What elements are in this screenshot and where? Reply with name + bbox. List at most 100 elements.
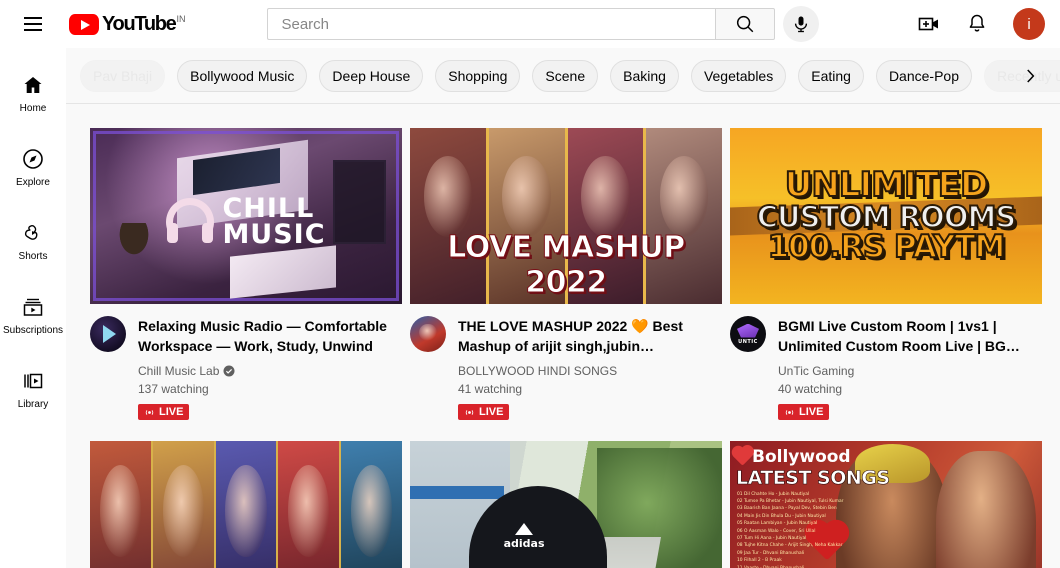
live-badge: LIVE (138, 404, 190, 420)
notifications-button[interactable] (957, 4, 997, 44)
singer-panel (278, 440, 342, 568)
chill-music-text: CHILL MUSIC (222, 195, 325, 248)
thumb-text-line2: LATEST SONGS (736, 466, 891, 489)
voice-search-button[interactable] (783, 6, 820, 42)
bollywood-avatar-art (410, 316, 446, 352)
youtube-play-icon (69, 14, 99, 35)
track-item: 01 Dil Chahte Ho - Jubin Nautiyal (737, 491, 810, 497)
track-item: 02 Tumse Pa Bhetar - Jubin Nautiyal, Tul… (737, 498, 844, 504)
channel-name[interactable]: UnTic Gaming (778, 362, 854, 380)
video-card[interactable] (90, 440, 402, 568)
compass-icon (23, 148, 43, 169)
watching-count: 40 watching (778, 382, 843, 396)
video-card[interactable]: adidas (410, 440, 722, 568)
chip-bollywood-music[interactable]: Bollywood Music (177, 59, 308, 92)
track-item: 09 Jaa Tur - Dhvani Bhanushali (737, 550, 805, 556)
sidebar-item-label: Home (19, 102, 47, 114)
singers-collage-thumbnail-art (90, 440, 402, 568)
video-text-block: Relaxing Music Radio — Comfortable Works… (138, 316, 402, 423)
sidebar-item-library[interactable]: Library (0, 352, 66, 426)
home-icon (24, 76, 42, 93)
watching-count: 137 watching (138, 382, 209, 396)
youtube-wordmark: YouTube (102, 13, 177, 35)
search-input[interactable] (281, 15, 716, 33)
video-text-block: BGMI Live Custom Room | 1vs1 | Unlimited… (778, 316, 1042, 423)
thumb-text-line2: CUSTOM ROOMS (756, 199, 1017, 234)
search-button[interactable] (715, 8, 776, 40)
adidas-logo: adidas (504, 522, 545, 550)
chip-eating[interactable]: Eating (798, 59, 864, 92)
video-card[interactable]: LOVE MASHUP 2022 THE LOVE MASHUP 2022 🧡 … (410, 128, 722, 423)
chip-deep-house[interactable]: Deep House (319, 59, 424, 92)
video-card[interactable]: Bollywood LATEST SONGS 01 Dil Chahte Ho … (730, 440, 1042, 568)
channel-avatar[interactable] (410, 316, 446, 352)
video-text-block: THE LOVE MASHUP 2022 🧡 Best Mashup of ar… (458, 316, 722, 423)
video-thumbnail[interactable]: CHILL MUSIC (90, 128, 402, 304)
country-code-label: IN (176, 14, 186, 24)
youtube-logo[interactable]: YouTube IN (69, 13, 185, 35)
plant-shape (108, 223, 159, 269)
thumb-text-line1: Bollywood (752, 446, 851, 467)
thumb-header-row: Bollywood (733, 446, 851, 467)
singer-panel (152, 440, 216, 568)
bgmi-thumbnail-art: UNLIMITED CUSTOM ROOMS 100.RS PAYTM (730, 128, 1042, 304)
untic-avatar-art: UNTIC (730, 316, 766, 352)
chip-scene[interactable]: Scene (532, 59, 599, 92)
video-grid-container[interactable]: CHILL MUSIC Relaxing Music Radio — Comfo… (66, 104, 1060, 568)
live-broadcast-icon (465, 409, 474, 415)
avatar-letter: i (1027, 15, 1031, 33)
video-meta: Relaxing Music Radio — Comfortable Works… (90, 316, 402, 423)
track-item: 05 Raatan Lambiyan - Jubin Nautiyal (737, 521, 818, 527)
channel-name[interactable]: BOLLYWOOD HINDI SONGS (458, 362, 617, 380)
video-thumbnail[interactable]: LOVE MASHUP 2022 (410, 128, 722, 304)
live-broadcast-icon (145, 409, 154, 415)
video-title[interactable]: BGMI Live Custom Room | 1vs1 | Unlimited… (778, 316, 1042, 356)
video-thumbnail[interactable] (90, 440, 402, 568)
video-thumbnail[interactable]: UNLIMITED CUSTOM ROOMS 100.RS PAYTM (730, 128, 1042, 304)
singer-panel (341, 440, 402, 568)
video-card[interactable]: UNLIMITED CUSTOM ROOMS 100.RS PAYTM UNTI… (730, 128, 1042, 423)
channel-avatar[interactable] (90, 316, 126, 352)
chip-shopping[interactable]: Shopping (435, 59, 521, 92)
chip-baking[interactable]: Baking (610, 59, 679, 92)
track-item: 07 Tum Hi Aana - Jubin Nautiyal (737, 535, 807, 541)
search-box[interactable] (267, 8, 716, 40)
video-thumbnail[interactable]: adidas (410, 440, 722, 568)
channel-avatar[interactable]: UNTIC (730, 316, 766, 352)
sidebar-item-home[interactable]: Home (0, 56, 66, 130)
channel-row: Chill Music Lab (138, 362, 402, 380)
sidebar-item-subscriptions[interactable]: Subscriptions (0, 278, 66, 352)
video-card[interactable]: CHILL MUSIC Relaxing Music Radio — Comfo… (90, 128, 402, 423)
video-meta: THE LOVE MASHUP 2022 🧡 Best Mashup of ar… (410, 316, 722, 423)
create-video-button[interactable] (909, 4, 949, 44)
female-singer-shape (935, 451, 1036, 568)
blue-stripe (410, 486, 504, 499)
video-title[interactable]: Relaxing Music Radio — Comfortable Works… (138, 316, 402, 356)
track-list: 01 Dil Chahte Ho - Jubin Nautiyal 02 Tum… (737, 491, 877, 568)
verified-badge-icon (223, 365, 235, 377)
avatar[interactable]: i (1013, 8, 1045, 40)
live-broadcast-icon (785, 409, 794, 415)
chip-scroller: Pav Bhaji Bollywood Music Deep House Sho… (66, 59, 1060, 92)
library-icon (24, 373, 43, 388)
chip-dance-pop[interactable]: Dance-Pop (875, 59, 972, 92)
video-meta: UNTIC BGMI Live Custom Room | 1vs1 | Unl… (730, 316, 1042, 423)
sidebar-item-explore[interactable]: Explore (0, 130, 66, 204)
video-thumbnail[interactable]: Bollywood LATEST SONGS 01 Dil Chahte Ho … (730, 440, 1042, 568)
track-item: 06 O Aasman Walo - Cover, Sri Ullal (737, 528, 816, 534)
chill-music-logo: CHILL MUSIC (166, 195, 325, 248)
shorts-icon (24, 224, 38, 240)
chips-next-button[interactable] (1016, 56, 1044, 96)
chip-pav-bhaji[interactable]: Pav Bhaji (80, 59, 166, 92)
video-title[interactable]: THE LOVE MASHUP 2022 🧡 Best Mashup of ar… (458, 316, 722, 356)
live-label: LIVE (159, 406, 184, 418)
sidebar-item-shorts[interactable]: Shorts (0, 204, 66, 278)
microphone-icon (795, 16, 808, 33)
channel-row: UnTic Gaming (778, 362, 1042, 380)
chip-vegetables[interactable]: Vegetables (690, 59, 787, 92)
channel-name[interactable]: Chill Music Lab (138, 362, 219, 380)
create-video-icon (918, 17, 938, 31)
hamburger-menu-icon[interactable] (13, 4, 53, 44)
sidebar-item-label: Explore (16, 176, 50, 188)
search-icon (737, 15, 754, 33)
